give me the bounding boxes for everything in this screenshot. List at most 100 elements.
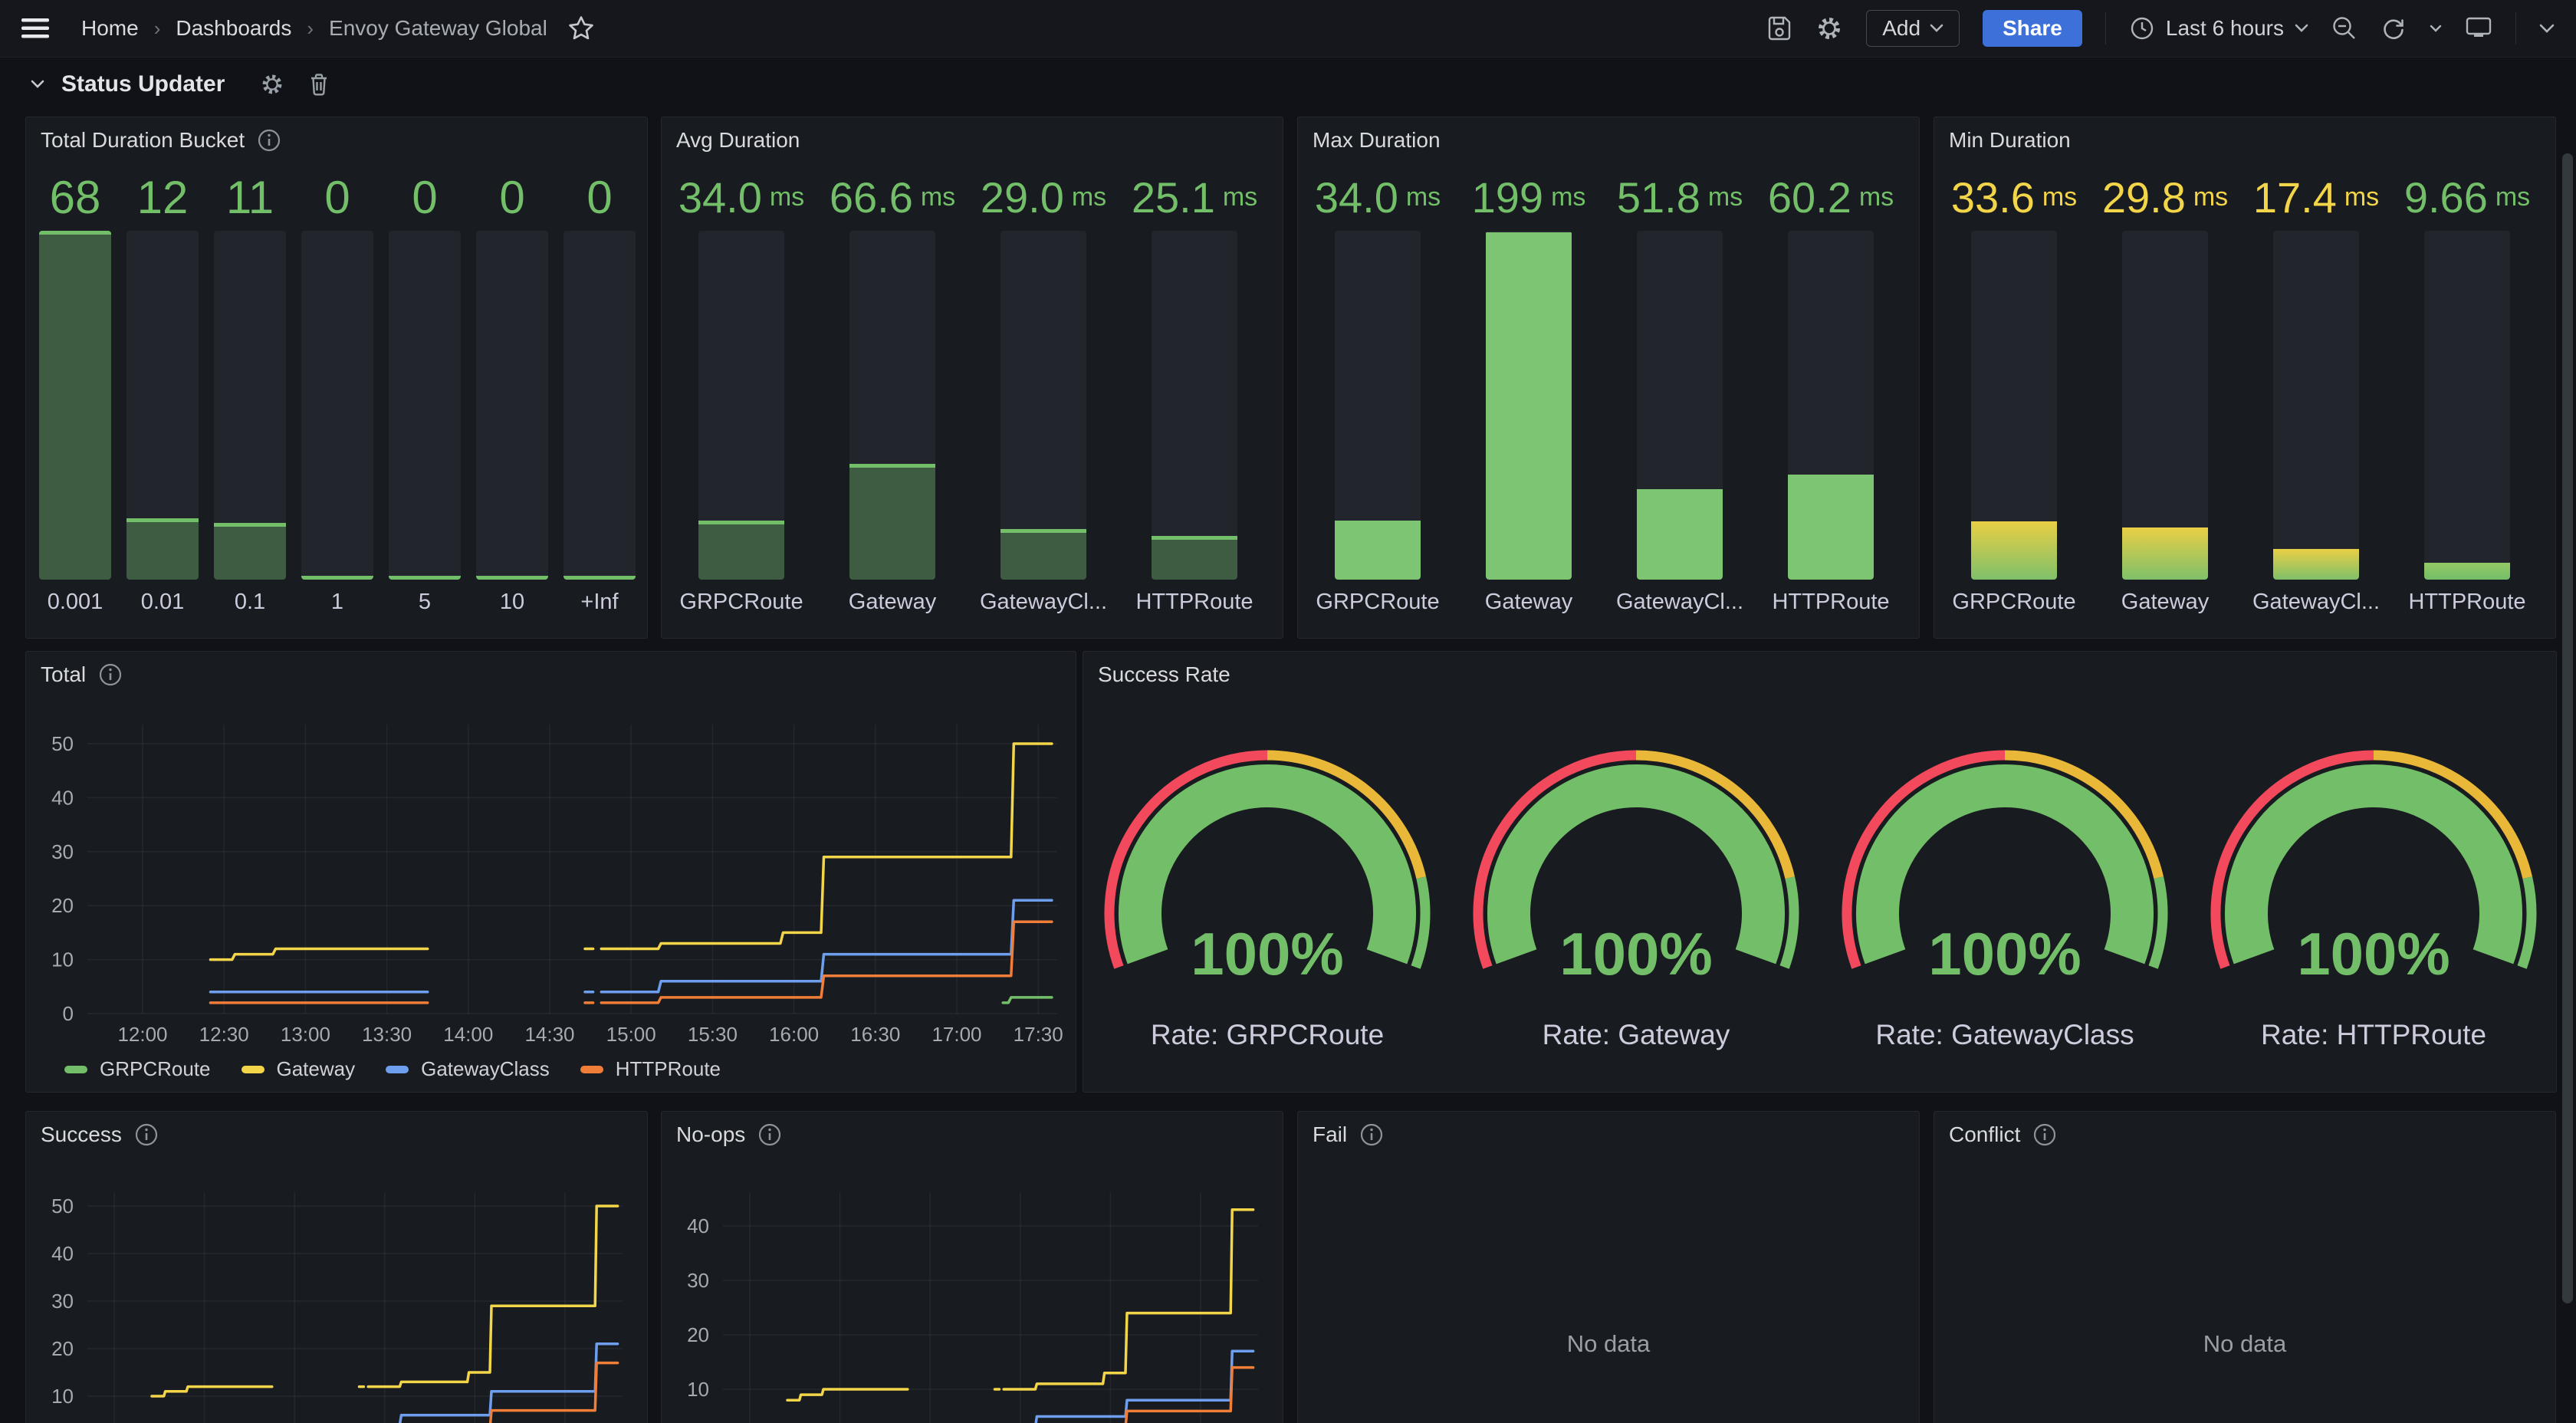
legend-color-pill (242, 1066, 264, 1073)
info-icon[interactable] (1359, 1122, 1384, 1147)
bar-gauge-column: 9.66msHTTPRoute (2424, 163, 2510, 624)
star-icon[interactable] (567, 15, 595, 42)
y-axis-tick-label: 30 (687, 1269, 709, 1292)
bar-gauge-fill (1335, 521, 1421, 580)
breadcrumb-home[interactable]: Home (81, 16, 139, 41)
bar-gauge-category-label: Gateway (1486, 580, 1572, 624)
bar-gauge-fill (698, 521, 784, 580)
bar-gauge-track (214, 231, 286, 580)
x-axis-tick-label: 13:30 (362, 1023, 412, 1046)
dashboard-settings-icon[interactable] (1815, 15, 1843, 42)
panel-min-duration: Min Duration 33.6msGRPCRoute29.8msGatewa… (1934, 117, 2556, 639)
panel-title[interactable]: Max Duration (1313, 128, 1441, 153)
share-button[interactable]: Share (1983, 10, 2082, 47)
info-icon[interactable] (134, 1122, 159, 1147)
bar-gauge-unit: ms (1708, 182, 1743, 212)
gauge-Rate: HTTPRoute: 100%Rate: HTTPRoute (2216, 755, 2532, 1050)
bar-gauge-track (2122, 231, 2208, 580)
page-scrollbar[interactable] (2562, 153, 2573, 1303)
legend-item-Gateway[interactable]: Gateway (242, 1057, 356, 1081)
save-dashboard-icon[interactable] (1766, 15, 1792, 41)
panel-title[interactable]: Total (41, 662, 86, 687)
bar-gauge-category-label: +Inf (564, 580, 636, 624)
bar-gauge-unit: ms (2042, 182, 2077, 212)
row-title[interactable]: Status Updater (61, 71, 225, 97)
menu-icon[interactable] (21, 18, 49, 39)
y-axis-tick-label: 50 (51, 732, 74, 755)
info-icon[interactable] (757, 1122, 782, 1147)
panel-title[interactable]: Fail (1313, 1122, 1347, 1147)
no-ops-time-series-chart[interactable]: 010203040 (662, 1150, 1283, 1423)
bar-gauge-category-label: Gateway (849, 580, 935, 624)
bar-gauge-column: 010 (476, 163, 548, 624)
gauge-value-text: 100% (2297, 920, 2450, 988)
time-range-picker[interactable]: Last 6 hours (2129, 15, 2308, 41)
zoom-out-icon[interactable] (2331, 15, 2358, 41)
bar-gauge-category-label: HTTPRoute (1788, 580, 1874, 624)
y-axis-tick-label: 20 (51, 894, 74, 917)
bar-gauge-category-label: 1 (301, 580, 373, 624)
y-axis-tick-label: 40 (687, 1214, 709, 1237)
bar-gauge-value: 25.1ms (1152, 163, 1237, 231)
breadcrumb-dashboards[interactable]: Dashboards (176, 16, 291, 41)
row-collapse-chevron-icon[interactable] (31, 80, 44, 89)
add-button[interactable]: Add (1866, 10, 1960, 47)
bar-gauge-track (476, 231, 548, 580)
bar-gauge-fill (301, 576, 373, 580)
panel-title[interactable]: Avg Duration (676, 128, 800, 153)
bar-gauge-track (127, 231, 199, 580)
bar-gauge-column: 110.1 (214, 163, 286, 624)
gauge-value-text: 100% (1559, 920, 1713, 988)
panel-title[interactable]: Success (41, 1122, 122, 1147)
bar-gauge-column: 01 (301, 163, 373, 624)
bar-gauge-fill (849, 464, 935, 580)
legend-item-GRPCRoute[interactable]: GRPCRoute (64, 1057, 211, 1081)
row-settings-icon[interactable] (260, 72, 284, 97)
legend-item-HTTPRoute[interactable]: HTTPRoute (580, 1057, 721, 1081)
panel-title[interactable]: Success Rate (1098, 662, 1230, 687)
total-time-series-chart[interactable]: 0102030405012:0012:3013:0013:3014:0014:3… (26, 690, 1076, 1052)
x-axis-tick-label: 17:00 (932, 1023, 981, 1046)
bar-gauge-value: 66.6ms (849, 163, 935, 231)
panel-title[interactable]: Conflict (1949, 1122, 2020, 1147)
legend-label: HTTPRoute (616, 1057, 721, 1081)
success-time-series-chart[interactable]: 01020304050 (26, 1150, 647, 1423)
collapse-navbar-chevron-icon[interactable] (2539, 24, 2555, 34)
tv-mode-icon[interactable] (2465, 15, 2492, 41)
panel-no-ops: No-ops 010203040 (661, 1111, 1283, 1423)
bar-gauge-category-label: HTTPRoute (2424, 580, 2510, 624)
bar-gauge-column: 33.6msGRPCRoute (1971, 163, 2057, 624)
bar-gauge-track (1335, 231, 1421, 580)
panel-title[interactable]: Min Duration (1949, 128, 2071, 153)
bar-gauge-category-label: GatewayCl... (1637, 580, 1723, 624)
info-icon[interactable] (98, 662, 123, 687)
bar-gauge-track (1637, 231, 1723, 580)
refresh-icon[interactable] (2380, 15, 2407, 41)
panel-conflict: Conflict No data (1934, 1111, 2556, 1423)
y-axis-tick-label: 0 (63, 1002, 74, 1025)
info-icon[interactable] (257, 128, 281, 153)
clock-icon (2129, 15, 2155, 41)
bar-gauge-fill (564, 576, 636, 580)
bar-gauge-column: 680.001 (39, 163, 111, 624)
dashboard-row-header: Status Updater (31, 58, 330, 111)
gauge-label: Rate: GRPCRoute (1151, 1019, 1384, 1050)
bar-gauge-track (2424, 231, 2510, 580)
bar-gauge-value: 0 (476, 163, 548, 231)
refresh-interval-chevron-icon[interactable] (2430, 25, 2442, 33)
legend-item-GatewayClass[interactable]: GatewayClass (386, 1057, 550, 1081)
info-icon[interactable] (2032, 1122, 2057, 1147)
bar-gauge-category-label: 5 (389, 580, 461, 624)
bar-gauge-category-label: GatewayCl... (2273, 580, 2359, 624)
legend-label: Gateway (277, 1057, 356, 1081)
panel-title[interactable]: Total Duration Bucket (41, 128, 245, 153)
bar-gauge-value: 0 (389, 163, 461, 231)
add-button-label: Add (1882, 16, 1921, 41)
panel-total-duration-bucket: Total Duration Bucket 680.001120.01110.1… (25, 117, 648, 639)
bar-gauge-unit: ms (2496, 182, 2530, 212)
row-delete-trash-icon[interactable] (307, 72, 330, 97)
bar-gauge-fill (1637, 489, 1723, 580)
x-axis-tick-label: 14:00 (443, 1023, 493, 1046)
panel-title[interactable]: No-ops (676, 1122, 745, 1147)
bar-gauge-track (39, 231, 111, 580)
